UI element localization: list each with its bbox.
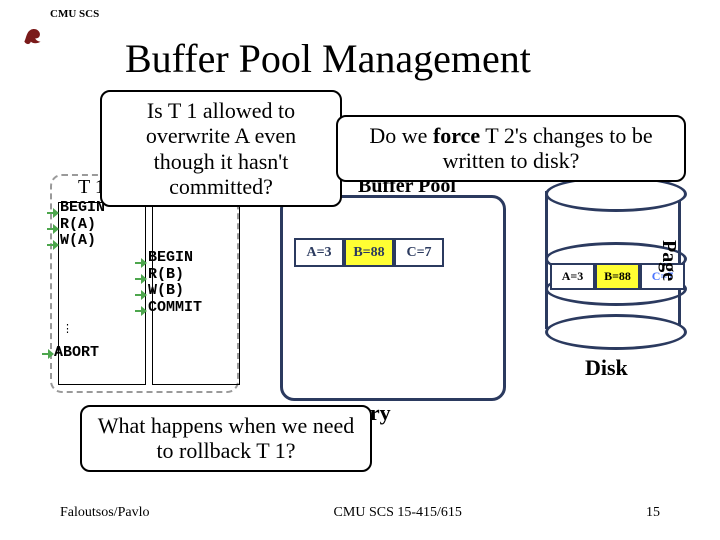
tx2-ops: BEGIN R(B) W(B) COMMIT [148, 250, 202, 316]
tx2-op: W(B) [148, 283, 202, 300]
arrow-icon [135, 306, 147, 315]
arrow-icon [47, 208, 59, 217]
callout-q2-bold: force [433, 123, 480, 148]
tx1-op: R(A) [60, 217, 105, 234]
footer-course: CMU SCS 15-415/615 [334, 505, 462, 521]
tx2-op: BEGIN [148, 250, 202, 267]
page-label: Page [657, 240, 680, 281]
tx2-op: COMMIT [148, 300, 202, 317]
callout-q3: What happens when we need to rollback T … [80, 405, 372, 472]
arrow-icon [42, 349, 54, 358]
buffer-pool-box [280, 195, 506, 401]
bp-slot: B=88 [344, 238, 394, 267]
disk-slot: A=3 [550, 263, 595, 290]
arrow-icon [135, 274, 147, 283]
buffer-pool-slots: A=3 B=88 C=7 [294, 238, 444, 267]
tx2-op: R(B) [148, 267, 202, 284]
ellipsis-icon: ⋮ [62, 322, 74, 335]
slide-title: Buffer Pool Management [125, 35, 531, 82]
footer-page: 15 [646, 505, 660, 521]
arrow-icon [47, 224, 59, 233]
disk-label: Disk [585, 355, 628, 381]
arrow-icon [135, 290, 147, 299]
callout-q2-pre: Do we [369, 123, 433, 148]
arrow-icon [47, 240, 59, 249]
bp-slot: C=7 [394, 238, 444, 267]
footer-authors: Faloutsos/Pavlo [60, 505, 149, 521]
griffin-logo [20, 20, 46, 46]
callout-q2: Do we force T 2's changes to be written … [336, 115, 686, 182]
header-label: CMU SCS [50, 8, 99, 20]
arrow-icon [135, 258, 147, 267]
slide-footer: Faloutsos/Pavlo CMU SCS 15-415/615 15 [60, 505, 660, 521]
slide: CMU SCS Buffer Pool Management T 1 T 2 B… [0, 0, 720, 540]
bp-slot: A=3 [294, 238, 344, 267]
tx1-op: W(A) [60, 233, 105, 250]
tx1-abort: ABORT [54, 344, 99, 361]
disk-slot: B=88 [595, 263, 640, 290]
tx1-op: BEGIN [60, 200, 105, 217]
callout-q1: Is T 1 allowed to overwrite A even thoug… [100, 90, 342, 207]
tx1-ops: BEGIN R(A) W(A) [60, 200, 105, 250]
